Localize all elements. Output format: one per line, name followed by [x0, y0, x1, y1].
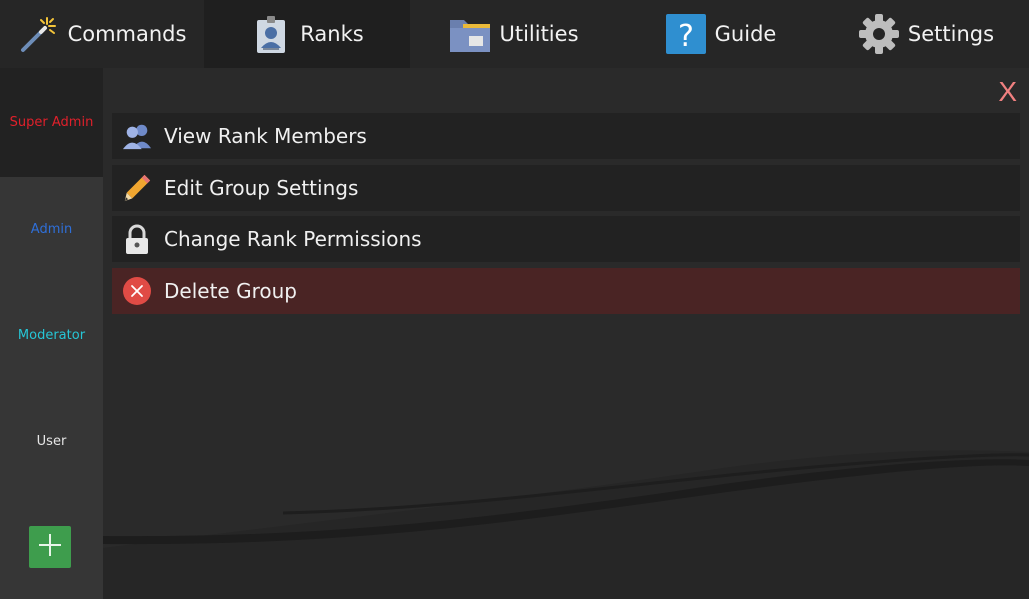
- item-label: Change Rank Permissions: [164, 227, 422, 251]
- rank-label: Moderator: [17, 328, 86, 343]
- plus-icon: [38, 533, 62, 561]
- tab-label: Ranks: [300, 22, 364, 46]
- change-rank-permissions-button[interactable]: Change Rank Permissions: [112, 216, 1020, 262]
- sidebar-item-super-admin[interactable]: Super Admin: [0, 68, 103, 177]
- rank-label: Admin: [30, 222, 73, 237]
- rank-label: Super Admin: [9, 115, 94, 130]
- rank-label: User: [36, 434, 67, 449]
- item-label: View Rank Members: [164, 124, 367, 148]
- magic-wand-icon: [18, 13, 60, 55]
- gear-icon: [858, 13, 900, 55]
- rank-options-panel: X View Rank Members Edit Group Settings: [103, 68, 1029, 599]
- top-nav: Commands Ranks Utilities ? Guide Setting…: [0, 0, 1029, 68]
- close-button[interactable]: X: [998, 76, 1017, 108]
- delete-group-button[interactable]: Delete Group: [112, 268, 1020, 314]
- item-label: Edit Group Settings: [164, 176, 359, 200]
- padlock-icon: [122, 224, 152, 254]
- tab-label: Settings: [907, 22, 995, 46]
- item-label: Delete Group: [164, 279, 297, 303]
- add-rank-button[interactable]: [29, 526, 71, 568]
- tab-guide[interactable]: ? Guide: [618, 0, 823, 68]
- view-rank-members-button[interactable]: View Rank Members: [112, 113, 1020, 159]
- help-icon: ?: [665, 13, 707, 55]
- tab-settings[interactable]: Settings: [823, 0, 1029, 68]
- sidebar-item-moderator[interactable]: Moderator: [0, 283, 103, 389]
- tab-ranks[interactable]: Ranks: [204, 0, 410, 68]
- pencil-icon: [122, 173, 152, 203]
- folder-icon: [449, 13, 491, 55]
- tab-commands[interactable]: Commands: [0, 0, 204, 68]
- tab-label: Utilities: [499, 22, 579, 46]
- tab-utilities[interactable]: Utilities: [410, 0, 618, 68]
- sidebar-item-admin[interactable]: Admin: [0, 177, 103, 283]
- sidebar-item-user[interactable]: User: [0, 389, 103, 495]
- svg-text:?: ?: [678, 19, 694, 54]
- rank-sidebar: Super Admin Admin Moderator User: [0, 68, 103, 599]
- tab-label: Guide: [714, 22, 777, 46]
- edit-group-settings-button[interactable]: Edit Group Settings: [112, 165, 1020, 211]
- users-icon: [122, 121, 152, 151]
- id-badge-icon: [250, 13, 292, 55]
- tab-label: Commands: [67, 22, 187, 46]
- delete-icon: [122, 276, 152, 306]
